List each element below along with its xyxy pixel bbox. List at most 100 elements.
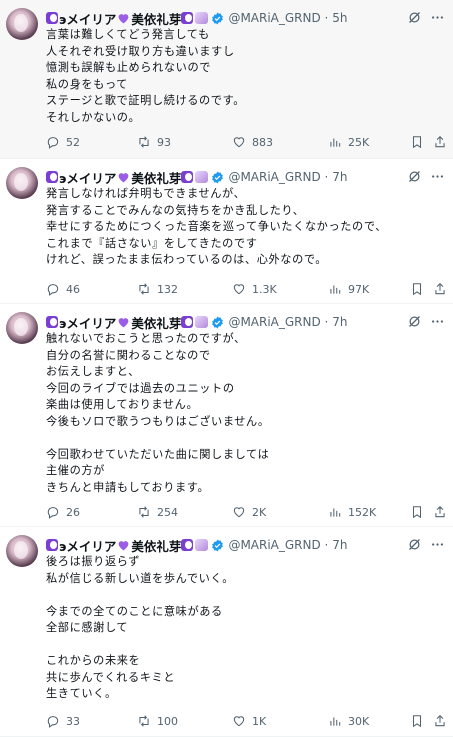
grok-icon[interactable] <box>407 314 422 329</box>
author-name-suffix[interactable]: 美依礼芽 <box>131 536 181 555</box>
tweet-text: 後ろは振り返らず 私が信じる新しい道を歩んでいく。 今までの全てのことに意味があ… <box>46 555 235 700</box>
purple-heart-icon <box>117 316 130 328</box>
unicorn-emoji-icon <box>195 539 209 551</box>
tweet-time[interactable]: 5h <box>332 11 347 25</box>
repost-count: 132 <box>157 282 178 296</box>
tweet[interactable]: эメイリア 美依礼芽 @MARiA_GRND · 7h 後ろは振り返らず 私が信… <box>0 527 453 737</box>
like-button[interactable]: 883 <box>232 135 273 149</box>
tweet-actions: 52 93 883 25K <box>44 133 445 151</box>
bookmark-button[interactable] <box>410 135 424 149</box>
reply-button[interactable]: 33 <box>46 714 80 728</box>
share-button[interactable] <box>433 282 447 296</box>
author-name[interactable]: эメイリア <box>59 168 116 187</box>
views-icon <box>330 508 341 517</box>
tweet-actions: 26 254 2K 152K <box>44 503 445 521</box>
repost-icon <box>139 506 149 518</box>
repost-button[interactable]: 100 <box>137 714 178 728</box>
author-name[interactable]: эメイリア <box>59 536 116 555</box>
more-icon[interactable] <box>430 169 445 184</box>
views-icon <box>330 285 341 294</box>
repost-icon <box>139 715 149 727</box>
tweet-text: 言葉は難しくてどう発言しても 人それぞれ受け取り方も違いますし 憶測も誤解も止め… <box>46 28 246 124</box>
share-button[interactable] <box>433 505 447 519</box>
repost-button[interactable]: 93 <box>137 135 171 149</box>
more-icon[interactable] <box>430 537 445 552</box>
author-handle[interactable]: @MARiA_GRND <box>228 315 320 329</box>
share-icon <box>435 136 445 148</box>
moon-emoji-icon <box>181 12 194 24</box>
like-button[interactable]: 1K <box>232 714 266 728</box>
views-button[interactable]: 25K <box>328 135 369 149</box>
reply-button[interactable]: 46 <box>46 282 80 296</box>
moon-emoji-icon <box>46 316 58 328</box>
moon-emoji-icon <box>181 316 194 328</box>
tweet-time[interactable]: 7h <box>332 538 347 552</box>
avatar[interactable] <box>6 312 38 344</box>
more-icon[interactable] <box>430 10 445 25</box>
reply-icon <box>47 137 59 149</box>
tweet-time[interactable]: 7h <box>332 170 347 184</box>
avatar[interactable] <box>6 535 38 567</box>
tweet-time[interactable]: 7h <box>332 315 347 329</box>
repost-count: 254 <box>157 505 178 519</box>
bookmark-button[interactable] <box>410 282 424 296</box>
tweet[interactable]: эメイリア 美依礼芽 @MARiA_GRND · 7h 発言しなければ弁明もでき… <box>0 159 453 304</box>
like-icon <box>233 716 245 727</box>
unicorn-emoji-icon <box>195 171 209 183</box>
tweet-text: 触れないでおこうと思ったのですが、 自分の名誉に関わることなので お伝えしますと… <box>46 332 270 494</box>
reply-icon <box>47 284 59 296</box>
moon-emoji-icon <box>181 171 194 183</box>
like-icon <box>233 284 245 295</box>
tweet[interactable]: эメイリア 美依礼芽 @MARiA_GRND · 7h 触れないでおこうと思った… <box>0 304 453 527</box>
repost-button[interactable]: 254 <box>137 505 178 519</box>
author-name[interactable]: эメイリア <box>59 9 116 28</box>
bookmark-icon <box>412 506 422 519</box>
verified-icon <box>211 316 224 329</box>
share-icon <box>435 283 445 295</box>
grok-icon[interactable] <box>407 537 422 552</box>
author-handle[interactable]: @MARiA_GRND <box>228 11 320 25</box>
like-count: 2K <box>252 505 267 519</box>
author-name-suffix[interactable]: 美依礼芽 <box>131 168 181 187</box>
avatar[interactable] <box>6 8 38 40</box>
views-count: 152K <box>348 505 377 519</box>
views-button[interactable]: 152K <box>328 505 376 519</box>
author-name[interactable]: эメイリア <box>59 313 116 332</box>
repost-count: 100 <box>157 714 178 728</box>
share-button[interactable] <box>433 135 447 149</box>
grok-icon[interactable] <box>407 169 422 184</box>
tweet-time-sep: · <box>320 170 333 184</box>
avatar[interactable] <box>6 167 38 199</box>
reply-button[interactable]: 52 <box>46 135 80 149</box>
reply-button[interactable]: 26 <box>46 505 80 519</box>
author-handle[interactable]: @MARiA_GRND <box>228 538 320 552</box>
moon-emoji-icon <box>46 12 58 24</box>
bookmark-button[interactable] <box>410 505 424 519</box>
repost-button[interactable]: 132 <box>137 282 178 296</box>
reply-count: 46 <box>66 282 80 296</box>
moon-emoji-icon <box>46 539 58 551</box>
moon-emoji-icon <box>181 539 194 551</box>
unicorn-emoji-icon <box>195 12 209 24</box>
share-button[interactable] <box>433 714 447 728</box>
share-icon <box>435 715 445 727</box>
verified-icon <box>211 171 224 184</box>
like-count: 1K <box>252 714 267 728</box>
reply-icon <box>47 507 59 519</box>
like-button[interactable]: 1.3K <box>232 282 277 296</box>
views-button[interactable]: 97K <box>328 282 369 296</box>
tweet[interactable]: эメイリア 美依礼芽 @MARiA_GRND · 5h 言葉は難しくてどう発言し… <box>0 0 453 159</box>
tweet-time-sep: · <box>320 538 333 552</box>
author-handle[interactable]: @MARiA_GRND <box>228 170 320 184</box>
bookmark-button[interactable] <box>410 714 424 728</box>
grok-icon[interactable] <box>407 10 422 25</box>
author-name-suffix[interactable]: 美依礼芽 <box>131 313 181 332</box>
more-icon[interactable] <box>430 314 445 329</box>
bookmark-icon <box>412 283 422 296</box>
like-button[interactable]: 2K <box>232 505 266 519</box>
timeline-feed: эメイリア 美依礼芽 @MARiA_GRND · 5h 言葉は難しくてどう発言し… <box>0 0 453 737</box>
author-name-suffix[interactable]: 美依礼芽 <box>131 9 181 28</box>
bookmark-icon <box>412 715 422 728</box>
repost-icon <box>139 283 149 295</box>
views-button[interactable]: 30K <box>328 714 369 728</box>
